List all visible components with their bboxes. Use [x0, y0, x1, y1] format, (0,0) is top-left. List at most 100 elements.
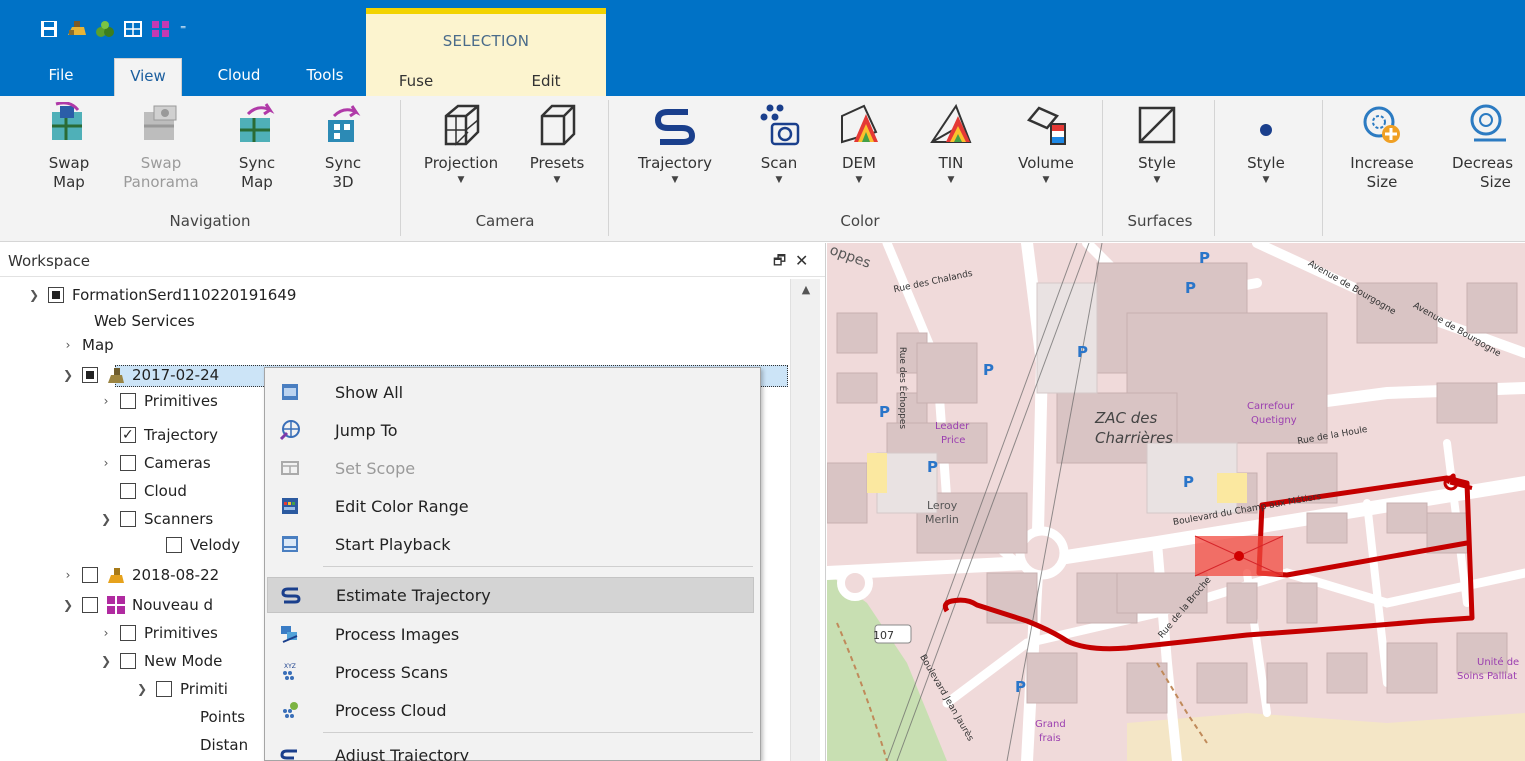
- parking-icon: P: [983, 361, 994, 379]
- sync-3d-button[interactable]: Sync 3D: [318, 102, 368, 212]
- checkbox-checked[interactable]: [120, 423, 136, 447]
- float-window-icon[interactable]: 🗗: [773, 243, 786, 279]
- chevron-right-icon[interactable]: ›: [60, 333, 76, 357]
- checkbox[interactable]: [120, 393, 136, 409]
- points-style-button[interactable]: Style ▼: [1234, 102, 1298, 212]
- menu-item-process-cloud[interactable]: Process Cloud: [267, 692, 754, 728]
- projection-button[interactable]: Projection ▼: [412, 102, 510, 212]
- tin-color-button[interactable]: TIN ▼: [920, 102, 982, 212]
- chevron-down-icon[interactable]: ❯: [134, 677, 150, 701]
- ribbon: Swap Map Swap Panorama Sync Map Sync 3D …: [0, 96, 1525, 242]
- tree-node-primitives-2[interactable]: › Primitives: [98, 621, 218, 645]
- tree-node-cameras[interactable]: › Cameras: [98, 451, 211, 475]
- tree-node-primitives[interactable]: › Primitives: [98, 389, 218, 413]
- swap-map-icon: [52, 102, 82, 140]
- swap-map-button[interactable]: Swap Map: [38, 102, 100, 212]
- tab-tools[interactable]: Tools: [290, 58, 360, 96]
- increase-size-button[interactable]: Increase Size: [1340, 102, 1424, 212]
- menu-item-jump-to[interactable]: Jump To: [267, 412, 754, 448]
- checkbox[interactable]: [156, 681, 172, 697]
- menu-item-estimate-trajectory[interactable]: Estimate Trajectory: [267, 577, 754, 613]
- checkbox[interactable]: [82, 597, 98, 613]
- adjust-trajectory-icon: [280, 749, 297, 760]
- sync-map-button[interactable]: Sync Map: [232, 102, 282, 212]
- chevron-down-icon[interactable]: ❯: [98, 649, 114, 673]
- tree-node-primitives-3[interactable]: ❯ Primiti: [134, 677, 228, 701]
- map-icon[interactable]: [122, 18, 144, 40]
- chevron-down-icon[interactable]: ❯: [60, 593, 76, 617]
- tree-node-distance[interactable]: Distan: [200, 733, 248, 757]
- tab-view[interactable]: View: [114, 58, 182, 96]
- ribbon-separator: [1102, 100, 1103, 236]
- dem-color-button[interactable]: DEM ▼: [828, 102, 890, 212]
- workspace-header: Workspace 🗗 ✕: [0, 243, 825, 277]
- menu-item-process-images[interactable]: Process Images: [267, 616, 754, 652]
- chevron-down-icon[interactable]: ❯: [60, 363, 76, 387]
- parking-icon: P: [1015, 678, 1026, 696]
- trajectory-project-icon[interactable]: [94, 18, 116, 40]
- map-view[interactable]: 107 oppes Rue des Chalands Rue des Échop…: [827, 243, 1525, 761]
- tree-node-scanners[interactable]: ❯ Scanners: [98, 507, 213, 531]
- scan-color-button[interactable]: Scan ▼: [748, 102, 810, 212]
- checkbox[interactable]: [120, 625, 136, 641]
- menu-item-process-scans[interactable]: XYZ Process Scans: [267, 654, 754, 690]
- tree-node-new-model[interactable]: ❯ New Mode: [98, 649, 222, 673]
- trajectory-color-button[interactable]: Trajectory ▼: [626, 102, 724, 212]
- quick-access-toolbar: ⁼: [38, 18, 186, 40]
- scroll-up-arrow-icon[interactable]: ▲: [791, 279, 821, 301]
- checkbox[interactable]: [120, 455, 136, 471]
- tree-node-web-services[interactable]: Web Services: [94, 309, 195, 333]
- map-poi-label: Leroy: [927, 499, 958, 512]
- scan-camera-icon: [760, 104, 800, 146]
- point-style-icon: [1260, 124, 1272, 136]
- decrease-size-button[interactable]: Decreas Size: [1452, 102, 1525, 212]
- selection-group-label: SELECTION: [442, 32, 530, 50]
- map-area-label: Charrières: [1095, 429, 1174, 447]
- chevron-down-icon[interactable]: ❯: [98, 507, 114, 531]
- tab-cloud[interactable]: Cloud: [202, 58, 276, 96]
- close-icon[interactable]: ✕: [795, 243, 808, 279]
- tab-file[interactable]: File: [36, 58, 86, 96]
- menu-item-show-all[interactable]: Show All: [267, 374, 754, 410]
- menu-item-set-scope[interactable]: Set Scope: [267, 450, 754, 486]
- checkbox[interactable]: [120, 483, 136, 499]
- tree-node-velodyne[interactable]: Velody: [166, 533, 240, 557]
- swap-panorama-button[interactable]: Swap Panorama: [120, 102, 202, 212]
- model-icon[interactable]: [150, 18, 172, 40]
- chevron-down-icon[interactable]: ❯: [26, 283, 42, 307]
- vehicle-dataset-icon: [108, 568, 124, 583]
- tree-node-trajectory[interactable]: Trajectory: [120, 423, 218, 447]
- parking-icon: P: [1185, 279, 1196, 297]
- checkbox[interactable]: [120, 653, 136, 669]
- checkbox[interactable]: [120, 511, 136, 527]
- save-icon[interactable]: [38, 18, 60, 40]
- chevron-right-icon[interactable]: ›: [98, 451, 114, 475]
- checkbox[interactable]: [82, 567, 98, 583]
- road-number-label: 107: [873, 629, 894, 642]
- tree-node-dataset-2018[interactable]: › 2018-08-22: [60, 563, 220, 587]
- tree-node-cloud[interactable]: Cloud: [120, 479, 187, 503]
- presets-button[interactable]: Presets ▼: [522, 102, 592, 212]
- checkbox[interactable]: [82, 367, 98, 383]
- checkbox[interactable]: [48, 287, 64, 303]
- menu-item-start-playback[interactable]: Start Playback: [267, 526, 754, 562]
- chevron-right-icon[interactable]: ›: [98, 621, 114, 645]
- menu-item-edit-color-range[interactable]: Edit Color Range: [267, 488, 754, 524]
- qat-overflow-icon[interactable]: ⁼: [180, 22, 186, 36]
- menu-item-adjust-trajectory[interactable]: Adjust Trajectory: [267, 742, 754, 761]
- tree-node-nouveau[interactable]: ❯ Nouveau d: [60, 593, 213, 617]
- tree-node-points[interactable]: Points: [200, 705, 245, 729]
- open-project-icon[interactable]: [66, 18, 88, 40]
- tree-node-dataset-2017[interactable]: ❯ 2017-02-24: [60, 363, 219, 387]
- map-poi-label: Merlin: [925, 513, 959, 526]
- chevron-right-icon[interactable]: ›: [98, 389, 114, 413]
- tree-node-project[interactable]: ❯ FormationSerd110220191649: [26, 283, 296, 307]
- surfaces-style-button[interactable]: Style ▼: [1122, 102, 1192, 212]
- swap-panorama-icon: [144, 105, 177, 140]
- volume-color-button[interactable]: Volume ▼: [1010, 102, 1082, 212]
- workspace-scrollbar[interactable]: ▲: [790, 279, 820, 761]
- tree-node-map[interactable]: › Map: [60, 333, 114, 357]
- dem-icon: [841, 104, 878, 144]
- chevron-right-icon[interactable]: ›: [60, 563, 76, 587]
- checkbox[interactable]: [166, 537, 182, 553]
